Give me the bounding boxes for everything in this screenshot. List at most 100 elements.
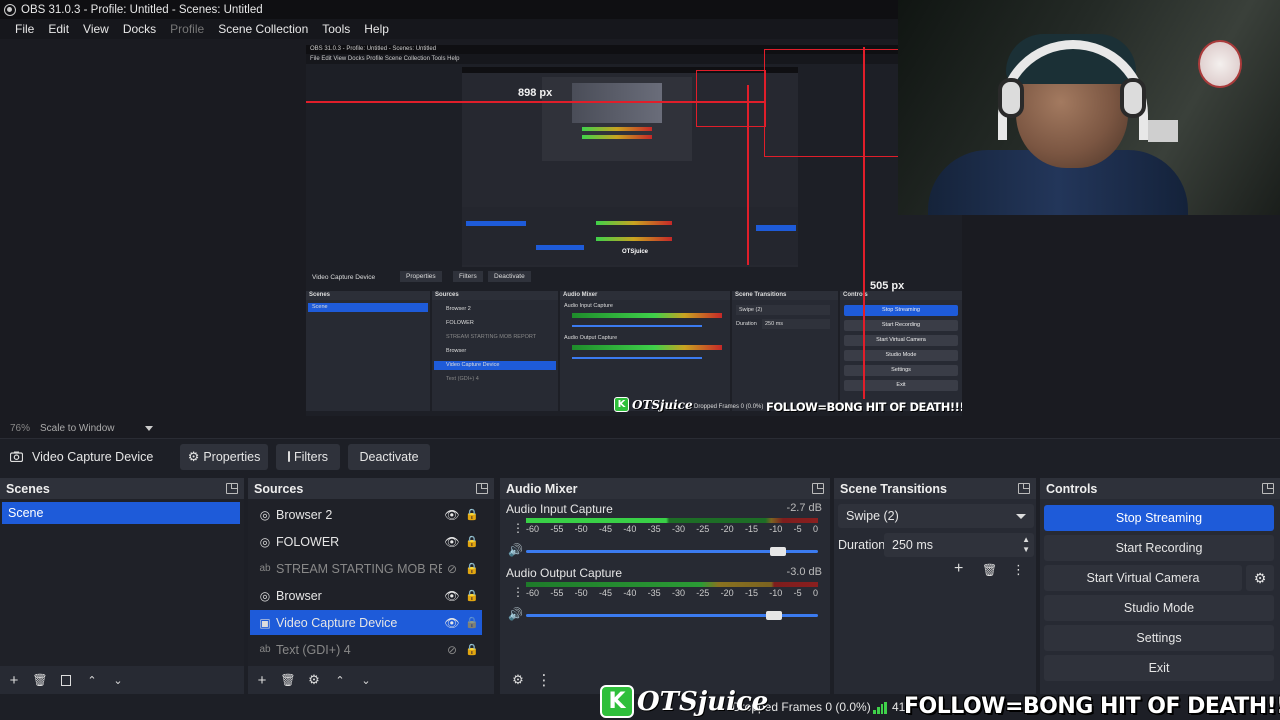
preview-canvas[interactable]: OBS 31.0.3 - Profile: Untitled - Scenes:… [306, 45, 962, 416]
source-item[interactable]: ◎ Browser 👁 🔒 [250, 583, 482, 608]
add-icon[interactable]: + [4, 670, 24, 690]
add-icon[interactable]: + [252, 670, 272, 690]
undock-icon[interactable] [1262, 483, 1274, 494]
gear-icon[interactable]: ⚙ [508, 670, 528, 690]
chevron-down-icon[interactable]: ⌄ [108, 670, 128, 690]
nested-trans-head: Scene Transitions [732, 291, 838, 300]
undock-icon[interactable] [812, 483, 824, 494]
chevron-down-icon[interactable]: ⌄ [356, 670, 376, 690]
nested-settings: Settings [844, 365, 958, 376]
menu-view[interactable]: View [76, 22, 116, 36]
transition-select[interactable]: Swipe (2) [838, 504, 1034, 528]
settings-button[interactable]: Settings [1044, 625, 1274, 651]
chevron-down-icon[interactable] [145, 425, 154, 431]
properties-button[interactable]: ⚙ Properties [180, 443, 268, 470]
eye-icon[interactable]: 👁 [442, 535, 462, 549]
nested-mixer-dock: Audio Mixer Audio Input Capture Audio Ou… [560, 291, 730, 411]
stop-streaming-button[interactable]: Stop Streaming [1044, 505, 1274, 531]
nested-source-3: Browser [446, 348, 467, 354]
camera-icon: ▣ [259, 615, 271, 630]
eye-hidden-icon[interactable]: ⊘ [442, 643, 462, 657]
trash-icon[interactable]: 🗑 [982, 563, 997, 577]
volume-slider-handle[interactable] [766, 611, 782, 620]
studio-mode-button[interactable]: Studio Mode [1044, 595, 1274, 621]
eye-icon[interactable]: 👁 [442, 616, 462, 630]
transition-selected: Swipe (2) [846, 509, 899, 523]
undock-icon[interactable] [476, 483, 488, 494]
lock-icon[interactable]: 🔒 [462, 562, 482, 575]
trash-icon[interactable]: 🗑 [278, 670, 298, 690]
scene-item[interactable]: Scene [2, 502, 240, 524]
gear-icon: ⚙ [187, 448, 200, 464]
source-name: FOLOWER [276, 534, 340, 549]
scene-transitions-dock: Scene Transitions Swipe (2) Duration 250… [834, 478, 1036, 694]
nested-logo-text: OTSjuice [632, 397, 693, 412]
source-name: Browser [276, 588, 322, 603]
webcam-overlay [898, 0, 1280, 215]
sources-dock: Sources ◎ Browser 2 👁 🔒 ◎ FOLOWER 👁 🔒 ab… [248, 478, 494, 694]
globe-icon: ◎ [259, 588, 271, 603]
chevron-up-icon[interactable]: ⌃ [82, 670, 102, 690]
gear-icon[interactable]: ⚙ [304, 670, 324, 690]
menu-tools[interactable]: Tools [315, 22, 357, 36]
start-recording-button[interactable]: Start Recording [1044, 535, 1274, 561]
speaker-icon[interactable]: 🔊 [508, 543, 523, 557]
spinner-icon[interactable]: ▲ ▼ [1022, 535, 1030, 555]
lock-icon[interactable]: 🔒 [462, 589, 482, 602]
deep-mixer-meter-2 [596, 237, 672, 241]
menu-scene-collection[interactable]: Scene Collection [211, 22, 315, 36]
duration-input[interactable]: 250 ms ▲ ▼ [884, 533, 1034, 557]
deep-meter-2 [582, 135, 652, 139]
source-item[interactable]: ab Text (GDI+) 4 ⊘ 🔒 [250, 637, 482, 662]
nested-logo-k: K [614, 397, 629, 412]
source-item[interactable]: ab STREAM STARTING MOB REPORT ⊘ 🔒 [250, 556, 482, 581]
lock-icon[interactable]: 🔒 [462, 535, 482, 548]
signal-bars-icon [873, 702, 887, 714]
mixer-channel: Audio Input Capture -2.7 dB [506, 502, 824, 516]
menu-file[interactable]: File [8, 22, 41, 36]
chevron-up-icon[interactable]: ⌃ [330, 670, 350, 690]
add-icon[interactable]: + [954, 560, 963, 578]
exit-button[interactable]: Exit [1044, 655, 1274, 681]
virtual-camera-settings-button[interactable]: ⚙ [1246, 565, 1274, 591]
menu-docks[interactable]: Docks [116, 22, 163, 36]
lock-icon[interactable]: 🔒 [462, 508, 482, 521]
height-label: 505 px [870, 280, 905, 292]
nested-src-name: Video Capture Device [312, 274, 376, 281]
nested-duration: Duration [736, 321, 757, 327]
duration-value: 250 ms [892, 538, 933, 552]
trash-icon[interactable]: 🗑 [30, 670, 50, 690]
filter-icon[interactable] [56, 670, 76, 690]
controls-dock-header: Controls [1040, 478, 1280, 499]
filters-button[interactable]: Filters [276, 443, 340, 470]
controls-dock: Controls Stop Streaming Start Recording … [1040, 478, 1280, 694]
source-item[interactable]: ◎ Browser 2 👁 🔒 [250, 502, 482, 527]
follow-banner: FOLLOW=BONG HIT OF DEATH!!! [904, 694, 1280, 719]
deep-scene-sel [466, 221, 526, 226]
menu-help[interactable]: Help [357, 22, 396, 36]
source-item-selected[interactable]: ▣ Video Capture Device 👁 🔒 [250, 610, 482, 635]
volume-slider-handle[interactable] [770, 547, 786, 556]
source-item[interactable]: ◎ FOLOWER 👁 🔒 [250, 529, 482, 554]
kebab-menu-icon[interactable]: ⋮ [512, 585, 524, 599]
lock-icon[interactable]: 🔒 [462, 643, 482, 656]
lock-icon[interactable]: 🔒 [462, 616, 482, 629]
kebab-menu-icon[interactable]: ⋮ [512, 521, 524, 535]
menu-edit[interactable]: Edit [41, 22, 76, 36]
undock-icon[interactable] [226, 483, 238, 494]
scenes-dock: Scenes Scene + 🗑 ⌃ ⌄ [0, 478, 244, 694]
scale-mode-select[interactable]: Scale to Window [40, 423, 135, 434]
speaker-icon[interactable]: 🔊 [508, 607, 523, 621]
eye-icon[interactable]: 👁 [442, 589, 462, 603]
kebab-menu-icon[interactable]: ⋮ [534, 670, 554, 690]
start-virtual-camera-button[interactable]: Start Virtual Camera [1044, 565, 1242, 591]
level-meter [526, 518, 818, 523]
undock-icon[interactable] [1018, 483, 1030, 494]
controls-title: Controls [1046, 481, 1098, 496]
deactivate-button[interactable]: Deactivate [348, 443, 430, 470]
eye-hidden-icon[interactable]: ⊘ [442, 562, 462, 576]
eye-icon[interactable]: 👁 [442, 508, 462, 522]
menu-profile[interactable]: Profile [163, 22, 211, 36]
kebab-menu-icon[interactable]: ⋮ [1012, 562, 1025, 578]
chevron-down-icon [1016, 514, 1026, 519]
